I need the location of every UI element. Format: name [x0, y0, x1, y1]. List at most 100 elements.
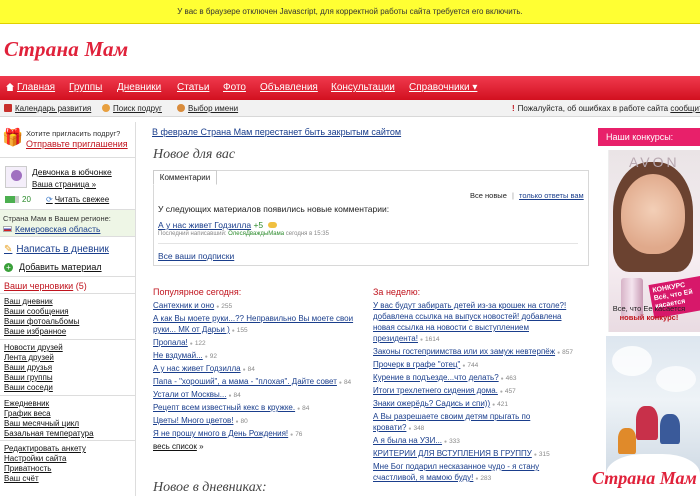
list-item[interactable]: новая ссылка на новости с выступлением — [373, 322, 573, 333]
gift-icon: 🎁 — [2, 128, 24, 147]
list-item[interactable]: Знаки ожерёдь? Садись и спи))421 — [373, 398, 573, 411]
new-in-diaries-title: Новое в дневниках: — [153, 480, 267, 495]
report-link[interactable]: сообщите — [670, 104, 700, 113]
list-item[interactable]: Законы гостеприимства или их замуж невте… — [373, 346, 573, 359]
list-item[interactable]: Курение в подъезде...что делать?463 — [373, 372, 573, 385]
drafts-link[interactable]: Ваши черновики (5) — [4, 281, 87, 291]
list-item[interactable]: добавлена ссылка на выпуск новостей! доб… — [373, 311, 573, 322]
pencil-icon: ✎ — [4, 244, 13, 255]
list-item[interactable]: А как Вы моете руки...?? Неправильно Вы … — [153, 313, 353, 324]
region-link[interactable]: Кемеровская область — [3, 224, 100, 234]
list-item[interactable]: Папа - "хороший", а мама - "плохая". Дай… — [153, 376, 353, 389]
user-name[interactable]: Девчонка в юбчонке — [32, 167, 112, 177]
plus-icon: + — [4, 263, 13, 272]
list-item[interactable]: Пропала!122 — [153, 337, 353, 350]
list-item[interactable]: А Вы разрешаете своим детям прыгать по — [373, 411, 573, 422]
week-title: За неделю: — [373, 287, 421, 297]
list-item[interactable]: руки... МК от Дарьи )155 — [153, 324, 353, 337]
list-item[interactable]: Мне Бог подарил нескaзанное чудо - я ста… — [373, 461, 573, 472]
week-list: У вас будут забирать детей из-за крошек … — [373, 300, 573, 485]
russia-flag-icon — [3, 226, 12, 232]
site-logo[interactable]: Страна Мам — [4, 37, 128, 62]
list-item[interactable]: Я не прошу много в День Рождения!76 — [153, 428, 353, 441]
banner-brand: AVON — [629, 154, 680, 170]
list-item[interactable]: Рецепт всем известный кекс в кружке.84 — [153, 402, 353, 415]
main-nav: Главная Группы Дневники Статьи Фото Объя… — [0, 76, 700, 100]
list-item[interactable]: А у нас живет Годзилла84 — [153, 363, 353, 376]
banner-model-face — [621, 174, 685, 254]
list-item[interactable]: У вас будут забирать детей из-за крошек … — [373, 300, 573, 311]
invite-link[interactable]: Отправьте приглашения — [26, 139, 128, 149]
sidebar-item-privacy[interactable]: Приватность — [4, 464, 86, 474]
secondary-toolbar: Календарь развития Поиск подруг Выбор им… — [0, 100, 700, 117]
list-item[interactable]: Сантехник и оно255 — [153, 300, 353, 313]
invite-question: Хотите пригласить подруг? — [26, 129, 121, 138]
nav-diaries[interactable]: Дневники — [117, 82, 161, 93]
sidebar-item-messages[interactable]: Ваши сообщения — [4, 307, 79, 317]
sidebar-item-friends-news[interactable]: Новости друзей — [4, 343, 63, 353]
list-item[interactable]: кровати?348 — [373, 422, 573, 435]
calendar-link[interactable]: Календарь развития — [4, 104, 91, 113]
sidebar-item-cycle[interactable]: Ваш месячный цикл — [4, 419, 94, 429]
name-choice-link[interactable]: Выбор имени — [177, 104, 238, 113]
nav-consultations[interactable]: Консультации — [331, 82, 395, 93]
region-label: Страна Мам в Вашем регионе: — [3, 214, 111, 223]
nav-references[interactable]: Справочники ▾ — [409, 82, 477, 93]
comment-filter: Все новые | только ответы вам — [470, 191, 584, 200]
user-page-link[interactable]: Ваша страница » — [32, 180, 96, 189]
banner-caption[interactable]: Все, что Ее касается новый конкурс! — [598, 304, 700, 322]
list-item[interactable]: Устали от Москвы...84 — [153, 389, 353, 402]
list-item[interactable]: президента!1614 — [373, 333, 573, 346]
read-fresh-link[interactable]: ⟳ Читать свежее — [46, 195, 109, 204]
full-list-link[interactable]: весь список » — [153, 441, 353, 452]
comments-intro: У следующих материалов появились новые к… — [158, 204, 390, 214]
comment-author[interactable]: ОлесяДваждыМама — [228, 231, 284, 237]
list-item[interactable]: счастливой, я мамою буду!283 — [373, 472, 573, 485]
sidebar-item-site-settings[interactable]: Настройки сайта — [4, 454, 86, 464]
nav-home[interactable]: Главная — [6, 82, 55, 93]
sidebar-item-diary[interactable]: Ваш дневник — [4, 297, 79, 307]
settings-links: Редактировать анкету Настройки сайта При… — [4, 444, 86, 484]
nav-ads[interactable]: Объявления — [260, 82, 318, 93]
filter-all[interactable]: Все новые — [470, 191, 507, 200]
snow-shape — [612, 346, 652, 376]
social-links: Новости друзей Лента друзей Ваши друзья … — [4, 343, 63, 393]
sidebar-item-friends[interactable]: Ваши друзья — [4, 363, 63, 373]
divider — [0, 157, 135, 158]
nav-articles[interactable]: Статьи — [177, 82, 209, 93]
all-subscriptions-link[interactable]: Все ваши подписки — [158, 251, 234, 261]
sidebar-item-groups[interactable]: Ваши группы — [4, 373, 63, 383]
write-diary-link[interactable]: ✎ Написать в дневник — [4, 244, 109, 255]
sidebar-item-weight-chart[interactable]: График веса — [4, 409, 94, 419]
list-item[interactable]: Итоги трехлетнего сидения дома.457 — [373, 385, 573, 398]
popular-today-list: Сантехник и оно255 А как Вы моете руки..… — [153, 300, 353, 452]
sidebar-item-account[interactable]: Ваш счёт — [4, 474, 86, 484]
drafts-count: (5) — [75, 281, 87, 291]
list-item[interactable]: Цветы! Много цветов!80 — [153, 415, 353, 428]
friend-search-link[interactable]: Поиск подруг — [102, 104, 162, 113]
sidebar-item-planner[interactable]: Ежедневник — [4, 399, 94, 409]
filter-replies[interactable]: только ответы вам — [519, 191, 584, 200]
divider — [0, 276, 135, 277]
list-item[interactable]: А я была на УЗИ...333 — [373, 435, 573, 448]
nav-groups[interactable]: Группы — [69, 82, 102, 93]
avatar[interactable] — [5, 166, 27, 188]
list-item[interactable]: Прочерк в графе "отец"744 — [373, 359, 573, 372]
tab-comments[interactable]: Комментарии — [153, 170, 217, 185]
nav-photo[interactable]: Фото — [223, 82, 246, 93]
home-icon — [6, 83, 14, 91]
sidebar-item-basal-temp[interactable]: Базальная температура — [4, 429, 94, 439]
profile-links: Ваш дневник Ваши сообщения Ваши фотоальб… — [4, 297, 79, 337]
list-item[interactable]: КРИТЕРИИ ДЛЯ ВСТУПЛЕНИЯ В ГРУППУ315 — [373, 448, 573, 461]
announcement-link[interactable]: В феврале Страна Мам перестанет быть зак… — [152, 127, 401, 137]
sidebar-item-albums[interactable]: Ваши фотоальбомы — [4, 317, 79, 327]
comment-title-link[interactable]: А у нас живет Годзилла — [158, 220, 251, 230]
divider — [0, 236, 135, 237]
sidebar-item-favorites[interactable]: Ваше избранное — [4, 327, 79, 337]
sidebar-item-friends-feed[interactable]: Лента друзей — [4, 353, 63, 363]
list-item[interactable]: Не вздумай...92 — [153, 350, 353, 363]
add-material-link[interactable]: + Добавить материал — [4, 262, 102, 272]
sidebar-item-neighbors[interactable]: Ваши соседи — [4, 383, 63, 393]
sidebar-item-edit-profile[interactable]: Редактировать анкету — [4, 444, 86, 454]
divider — [0, 440, 135, 441]
